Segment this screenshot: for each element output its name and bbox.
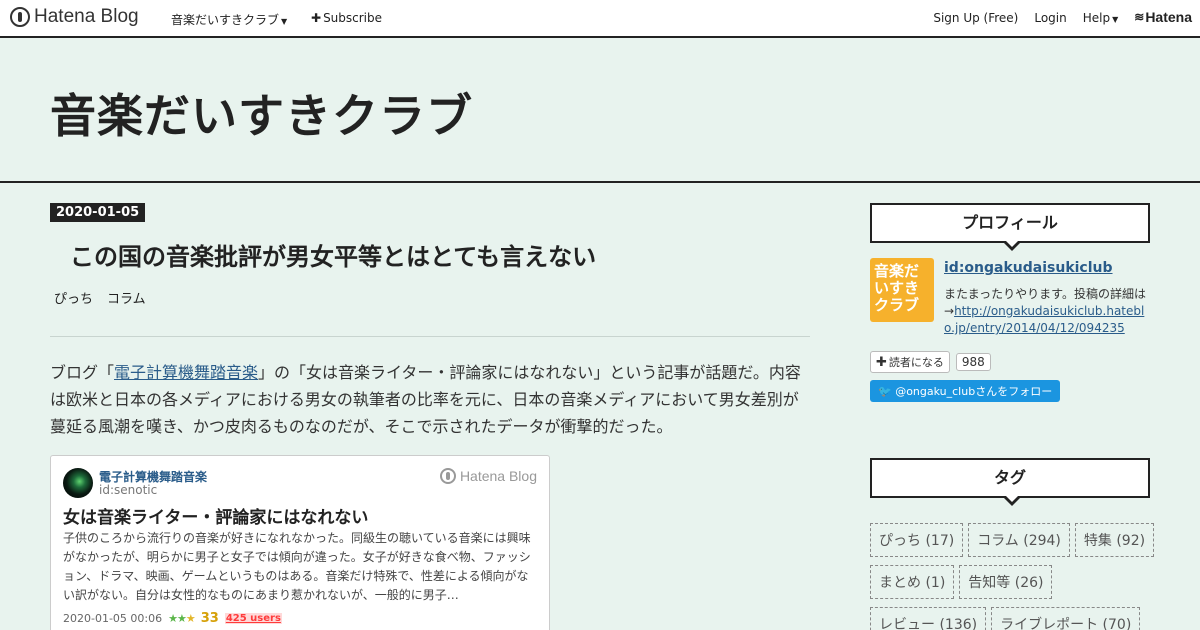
tag-item[interactable]: レビュー (136) xyxy=(870,607,987,630)
profile-module: プロフィール 音楽だいすきクラブ id:ongakudaisukiclub また… xyxy=(870,203,1150,402)
hatena-mark-icon: ≋ xyxy=(1134,10,1144,24)
plus-icon: ✚ xyxy=(311,11,322,25)
hatena-logo-icon xyxy=(439,468,456,484)
header-right-nav: Sign Up (Free) Login Help ▼ ≋ Hatena xyxy=(933,9,1192,25)
blog-menu[interactable]: 音楽だいすきクラブ ▼ xyxy=(171,11,287,28)
subscribe-reader-button[interactable]: ✚ 読者になる xyxy=(870,351,950,373)
card-title[interactable]: 女は音楽ライター・評論家にはなれない xyxy=(63,503,368,528)
hatena-blog-logo[interactable]: Hatena Blog xyxy=(10,6,139,28)
avatar[interactable] xyxy=(63,468,93,498)
hatena-logo-icon xyxy=(10,7,30,27)
blog-title[interactable]: 音楽だいすきクラブ xyxy=(50,80,473,146)
twitter-bird-icon: 🐦 xyxy=(878,385,896,398)
main-content: 2020-01-05 この国の音楽批評が男女平等とはとても言えない ぴっち コラ… xyxy=(50,185,810,630)
tag-item[interactable]: コラム (294) xyxy=(968,523,1070,557)
profile-heading: プロフィール xyxy=(870,203,1150,251)
tag-item[interactable]: ぴっち (17) xyxy=(870,523,964,557)
plus-icon: ✚ xyxy=(876,355,887,370)
card-timestamp: 2020-01-05 00:06 xyxy=(63,612,163,625)
embedded-blog-card[interactable]: 電子計算機舞踏音楽 id:senotic Hatena Blog 女は音楽ライタ… xyxy=(50,455,550,630)
caret-down-icon: ▼ xyxy=(281,17,288,26)
profile-user-id[interactable]: id:ongakudaisukiclub xyxy=(944,260,1113,276)
category-link[interactable]: コラム xyxy=(107,288,146,307)
star-count: 33 xyxy=(200,611,219,626)
source-blog-link[interactable]: 電子計算機舞踏音楽 xyxy=(114,363,258,382)
caret-down-icon: ▼ xyxy=(1112,15,1119,24)
bookmark-users[interactable]: 425 users xyxy=(224,613,282,624)
tag-item[interactable]: 告知等 (26) xyxy=(959,565,1053,599)
category-link[interactable]: ぴっち xyxy=(54,288,93,307)
tag-item[interactable]: まとめ (1) xyxy=(870,565,955,599)
profile-icon[interactable]: 音楽だいすきクラブ xyxy=(870,258,934,322)
global-header: Hatena Blog 音楽だいすきクラブ ▼ ✚ Subscribe Sign U… xyxy=(0,0,1200,38)
card-footer: 2020-01-05 00:06 ★★★ 33 425 users xyxy=(63,611,282,626)
entry-categories: ぴっち コラム xyxy=(54,288,146,307)
hatena-link[interactable]: ≋ Hatena xyxy=(1134,9,1192,25)
profile-link[interactable]: http://ongakudaisukiclub.hateblo.jp/entr… xyxy=(944,304,1144,335)
help-menu[interactable]: Help ▼ xyxy=(1083,11,1119,25)
tag-item[interactable]: ライブレポート (70) xyxy=(991,607,1141,630)
subscribe-button[interactable]: ✚ Subscribe xyxy=(311,11,382,25)
entry-date[interactable]: 2020-01-05 xyxy=(50,203,146,222)
profile-description: またまったりやります。投稿の詳細は→http://ongakudaisukicl… xyxy=(944,287,1146,335)
card-excerpt: 子供のころから流行りの音楽が好きになれなかった。同級生の聴いている音楽には興味が… xyxy=(63,531,531,602)
reader-count: 988 xyxy=(955,353,991,371)
divider xyxy=(50,336,810,337)
signup-link[interactable]: Sign Up (Free) xyxy=(933,11,1018,25)
login-link[interactable]: Login xyxy=(1034,11,1066,25)
tag-item[interactable]: 特集 (92) xyxy=(1074,523,1155,557)
reader-row: ✚ 読者になる 988 xyxy=(870,351,991,373)
card-user-id: id:senotic xyxy=(99,483,158,497)
blog-header: 音楽だいすきクラブ xyxy=(0,38,1200,183)
star-icon: ★★★ xyxy=(168,612,196,625)
tags-module: タグ ぴっち (17) コラム (294) 特集 (92) まとめ (1) 告知… xyxy=(870,458,1155,630)
tags-heading: タグ xyxy=(870,458,1150,506)
twitter-follow-button[interactable]: 🐦 @ongaku_clubさんをフォロー xyxy=(870,380,1061,402)
entry-body: ブログ「電子計算機舞踏音楽」の「女は音楽ライター・評論家にはなれない」という記事… xyxy=(50,363,801,436)
tag-list: ぴっち (17) コラム (294) 特集 (92) まとめ (1) 告知等 (… xyxy=(870,523,1160,630)
card-brand: Hatena Blog xyxy=(439,468,537,484)
entry-title[interactable]: この国の音楽批評が男女平等とはとても言えない xyxy=(70,237,596,272)
